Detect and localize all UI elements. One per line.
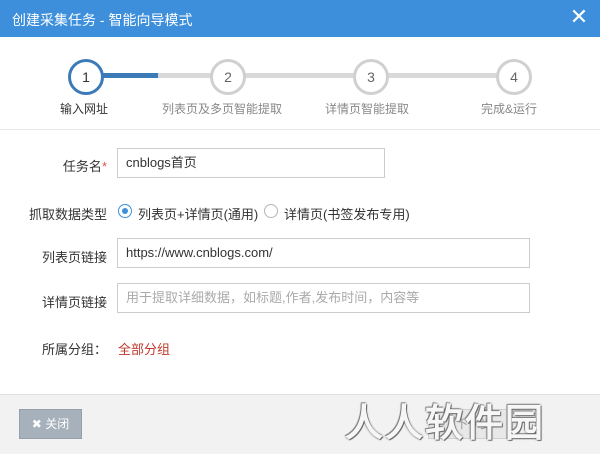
watermark-logo: 人人软件园 [345, 400, 546, 445]
close-button[interactable]: ✖ 关闭 [19, 409, 82, 439]
task-name-input[interactable]: cnblogs首页 [117, 148, 385, 178]
step-2-label: 列表页及多页智能提取 [162, 102, 283, 116]
step-3-circle: 3 [353, 59, 389, 95]
step-connector [158, 73, 214, 78]
detail-url-input[interactable]: 用于提取详细数据，如标题,作者,发布时间，内容等 [117, 283, 530, 313]
step-connector-active [100, 73, 158, 78]
dialog-titlebar: 创建采集任务 - 智能向导模式 ✕ [0, 0, 600, 37]
close-x-icon: ✖ [31, 417, 42, 431]
step-connector [244, 73, 356, 78]
step-4-label: 完成&运行 [481, 102, 538, 116]
step-4-circle: 4 [496, 59, 532, 95]
steps-divider [0, 129, 600, 130]
crawl-type-radio-list-detail[interactable] [118, 204, 132, 218]
crawl-type-label: 抓取数据类型 [28, 207, 107, 222]
crawl-type-radio-detail-only[interactable] [264, 204, 278, 218]
task-name-label: 任务名* [62, 159, 107, 174]
list-url-label: 列表页链接 [41, 250, 107, 265]
wizard-steps: 1 2 3 4 输入网址 列表页及多页智能提取 详情页智能提取 完成&运行 [0, 37, 600, 129]
group-select-link[interactable]: 全部分组 [118, 339, 170, 358]
step-connector [386, 73, 500, 78]
close-button-label: 关闭 [45, 417, 70, 431]
step-1-circle: 1 [68, 59, 104, 95]
crawl-type-option-list-detail[interactable]: 列表页+详情页(通用) [138, 204, 258, 223]
step-3-label: 详情页智能提取 [325, 102, 410, 116]
step-2-circle: 2 [210, 59, 246, 95]
detail-url-label: 详情页链接 [41, 295, 107, 310]
group-label: 所属分组： [41, 342, 107, 357]
close-icon[interactable]: ✕ [568, 6, 590, 28]
dialog-title: 创建采集任务 - 智能向导模式 [12, 12, 193, 28]
crawl-type-option-detail-only[interactable]: 详情页(书签发布专用) [284, 204, 410, 223]
list-url-input[interactable]: https://www.cnblogs.com/ [117, 238, 530, 268]
step-1-label: 输入网址 [60, 102, 109, 116]
